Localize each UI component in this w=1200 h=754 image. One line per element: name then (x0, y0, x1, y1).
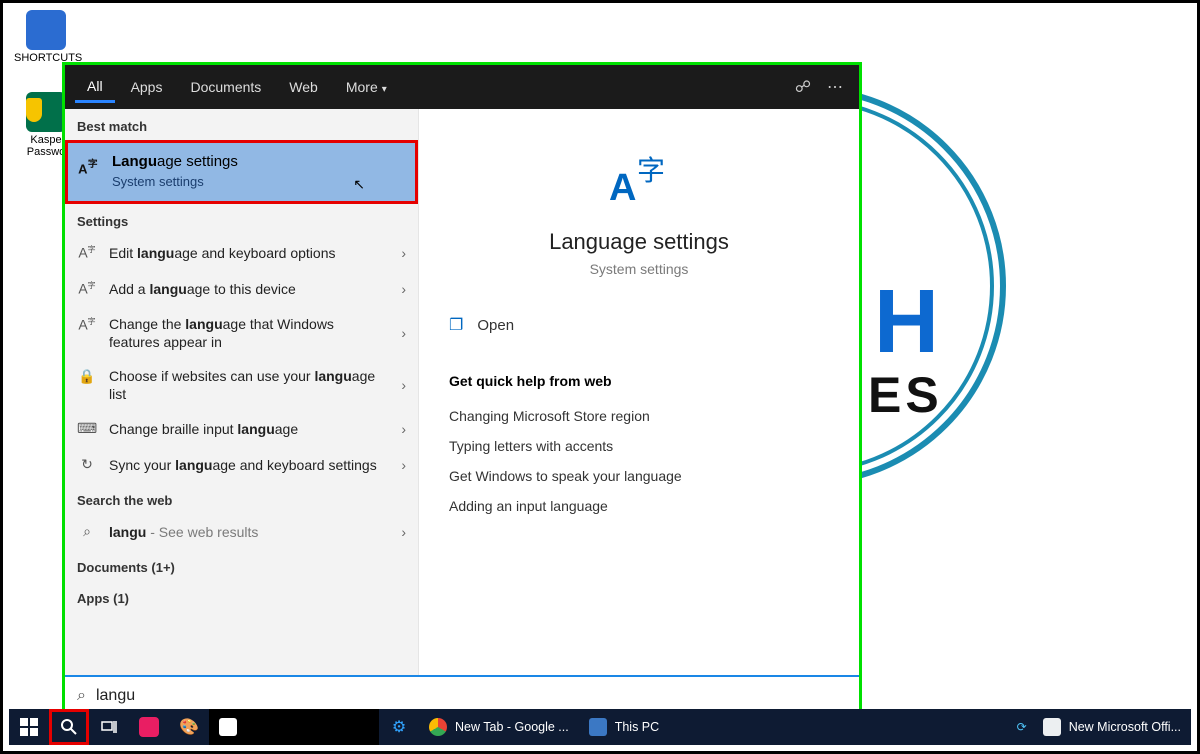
settings-item-add-language[interactable]: A字 Add a language to this device › (65, 271, 418, 307)
details-pane: A字 Language settings System settings ❐ O… (419, 109, 859, 675)
quick-link[interactable]: Adding an input language (449, 491, 829, 521)
language-icon-large: A字 (604, 147, 674, 217)
chevron-right-icon: › (401, 325, 406, 341)
settings-header: Settings (65, 204, 418, 235)
tray-indicator-icon: ⟳ (1017, 720, 1027, 734)
taskbar-app-hidden[interactable] (209, 709, 379, 745)
search-input[interactable] (96, 687, 847, 705)
taskbar: 🎨 ⚙ New Tab - Google ... This PC ⟳ New M… (9, 709, 1191, 745)
language-small-icon: A字 (77, 244, 97, 261)
tab-apps[interactable]: Apps (119, 73, 175, 101)
svg-text:字: 字 (88, 157, 98, 170)
open-icon: ❐ (449, 315, 463, 335)
taskbar-window-chrome[interactable]: New Tab - Google ... (419, 709, 579, 745)
doc-icon (1043, 718, 1061, 736)
search-button[interactable] (49, 709, 89, 745)
web-result[interactable]: ⌕ langu - See web results › (65, 514, 418, 550)
search-flyout: All Apps Documents Web More ▾ ☍ ⋯ Best ma… (62, 62, 862, 718)
results-list: Best match A字 Language settings System s… (65, 109, 419, 675)
best-match-result[interactable]: A字 Language settings System settings ↖ (65, 140, 418, 204)
chevron-right-icon: › (401, 457, 406, 473)
bluetooth-icon: ⚙ (392, 717, 406, 737)
details-subtitle: System settings (449, 261, 829, 277)
settings-item-edit-language[interactable]: A字 Edit language and keyboard options › (65, 235, 418, 271)
chevron-down-icon: ▾ (382, 84, 387, 95)
best-match-header: Best match (65, 109, 418, 140)
settings-item-change-language[interactable]: A字 Change the language that Windows feat… (65, 307, 418, 359)
sync-icon: ↻ (77, 456, 97, 473)
svg-text:A: A (78, 161, 88, 176)
taskbar-app-pinned[interactable] (129, 709, 169, 745)
tab-more-label: More (346, 79, 378, 95)
search-web-header: Search the web (65, 483, 418, 514)
quick-link[interactable]: Typing letters with accents (449, 431, 829, 461)
search-icon: ⌕ (77, 687, 86, 705)
tab-more[interactable]: More ▾ (334, 73, 399, 101)
feedback-icon[interactable]: ☍ (789, 77, 817, 97)
chevron-right-icon: › (401, 377, 406, 393)
quick-link[interactable]: Get Windows to speak your language (449, 461, 829, 491)
start-button[interactable] (9, 709, 49, 745)
svg-text:A: A (609, 167, 636, 209)
open-label: Open (477, 317, 514, 334)
app-icon (219, 718, 237, 736)
chevron-right-icon: › (401, 421, 406, 437)
search-icon: ⌕ (77, 523, 97, 540)
settings-item-website-language[interactable]: 🔒 Choose if websites can use your langua… (65, 359, 418, 411)
search-tabs: All Apps Documents Web More ▾ ☍ ⋯ (65, 65, 859, 109)
background-letters-es: ES (868, 366, 943, 424)
background-letter-h: H (874, 271, 941, 374)
language-icon: A字 (76, 155, 102, 181)
keyboard-icon: ⌨ (77, 420, 97, 437)
pc-icon (589, 718, 607, 736)
tray-icon[interactable]: ⟳ (1011, 720, 1033, 734)
taskbar-window-label: This PC (615, 720, 659, 734)
svg-text:字: 字 (637, 155, 665, 186)
best-match-title: Language settings (112, 153, 403, 170)
taskbar-window-label: New Tab - Google ... (455, 720, 569, 734)
tab-web[interactable]: Web (277, 73, 330, 101)
chrome-icon (429, 718, 447, 736)
kaspersky-icon (26, 92, 66, 132)
taskbar-app-bluetooth[interactable]: ⚙ (379, 709, 419, 745)
task-view-button[interactable] (89, 709, 129, 745)
taskbar-window-thispc[interactable]: This PC (579, 709, 669, 745)
tab-all[interactable]: All (75, 72, 115, 103)
settings-item-braille[interactable]: ⌨ Change braille input language › (65, 411, 418, 447)
palette-icon: 🎨 (179, 717, 199, 737)
settings-item-sync[interactable]: ↻ Sync your language and keyboard settin… (65, 447, 418, 483)
tab-documents[interactable]: Documents (178, 73, 273, 101)
documents-header: Documents (1+) (65, 550, 418, 581)
lock-icon: 🔒 (77, 368, 97, 385)
chevron-right-icon: › (401, 281, 406, 297)
folder-icon (26, 10, 66, 50)
taskbar-window-label: New Microsoft Offi... (1069, 720, 1181, 734)
quick-link[interactable]: Changing Microsoft Store region (449, 401, 829, 431)
taskbar-app-paint[interactable]: 🎨 (169, 709, 209, 745)
taskbar-window-office[interactable]: New Microsoft Offi... (1033, 709, 1191, 745)
app-icon (139, 717, 159, 737)
apps-header: Apps (1) (65, 581, 418, 612)
chevron-right-icon: › (401, 245, 406, 261)
quick-help-header: Get quick help from web (449, 373, 829, 389)
chevron-right-icon: › (401, 524, 406, 540)
details-title: Language settings (449, 229, 829, 255)
mouse-cursor-icon: ↖ (353, 176, 365, 193)
desktop-shortcut-shortcuts[interactable]: SHORTCUTS (14, 10, 78, 64)
more-options-icon[interactable]: ⋯ (821, 77, 849, 97)
language-small-icon: A字 (77, 280, 97, 297)
open-action[interactable]: ❐ Open (449, 307, 829, 353)
language-small-icon: A字 (77, 316, 97, 333)
